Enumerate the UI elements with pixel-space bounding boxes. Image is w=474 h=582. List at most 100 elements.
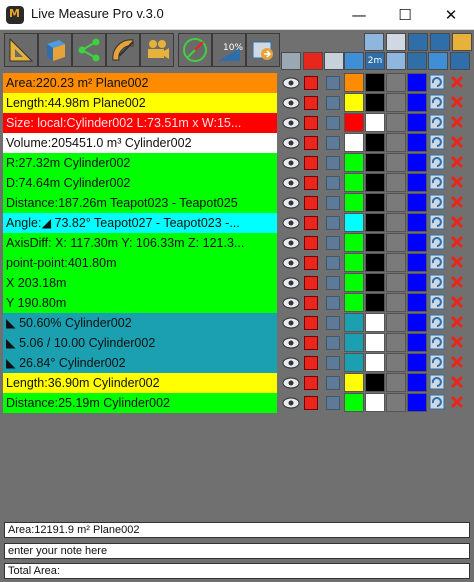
delete-button[interactable]: [449, 134, 465, 152]
refresh-button[interactable]: [429, 234, 445, 252]
grid-toggle[interactable]: [304, 256, 318, 270]
measurement-label[interactable]: ◣ 26.84° Cylinder002: [3, 353, 277, 373]
delete-button[interactable]: [449, 254, 465, 272]
pick-toggle[interactable]: [326, 96, 340, 110]
table-row[interactable]: Length:44.98m Plane002: [0, 93, 474, 113]
text-color-swatch[interactable]: [344, 353, 364, 372]
table-row[interactable]: Y 190.80m: [0, 293, 474, 313]
measurement-label[interactable]: ◣ 50.60% Cylinder002: [3, 313, 277, 333]
line-color-swatch[interactable]: [407, 353, 427, 372]
measurement-label[interactable]: Length:44.98m Plane002: [3, 93, 277, 113]
text-color-swatch[interactable]: [344, 313, 364, 332]
pick-toggle[interactable]: [326, 196, 340, 210]
refresh-button[interactable]: [429, 374, 445, 392]
line-color-swatch[interactable]: [407, 133, 427, 152]
text-color-swatch[interactable]: [344, 333, 364, 352]
table-row[interactable]: Angle:◢ 73.82° Teapot027 - Teapot023 -..…: [0, 213, 474, 233]
text-color-swatch[interactable]: [344, 393, 364, 412]
ruler-tool-button[interactable]: [4, 33, 38, 67]
table-row[interactable]: X 203.18m: [0, 273, 474, 293]
delete-button[interactable]: [449, 294, 465, 312]
line-color-swatch[interactable]: [407, 73, 427, 92]
background-color-swatch[interactable]: [365, 373, 385, 392]
line-style-cell[interactable]: [386, 273, 406, 292]
delete-button[interactable]: [449, 94, 465, 112]
line-style-cell[interactable]: [386, 353, 406, 372]
table-row[interactable]: AxisDiff: X: 117.30m Y: 106.33m Z: 121.3…: [0, 233, 474, 253]
line-style-cell[interactable]: [386, 213, 406, 232]
table-row[interactable]: Length:36.90m Cylinder002: [0, 373, 474, 393]
table-row[interactable]: Volume:205451.0 m³ Cylinder002: [0, 133, 474, 153]
table-row[interactable]: Area:220.23 m² Plane002: [0, 73, 474, 93]
background-color-swatch[interactable]: [365, 353, 385, 372]
measurement-label[interactable]: AxisDiff: X: 117.30m Y: 106.33m Z: 121.3…: [3, 233, 277, 253]
pick-toggle[interactable]: [326, 276, 340, 290]
grid-toggle[interactable]: [304, 116, 318, 130]
measurement-label[interactable]: Y 190.80m: [3, 293, 277, 313]
table-row[interactable]: point-point:401.80m: [0, 253, 474, 273]
grid-toggle[interactable]: [304, 336, 318, 350]
title-bar[interactable]: Live Measure Pro v.3.0 — ☐ ✕: [0, 0, 474, 30]
text-color-swatch[interactable]: [344, 193, 364, 212]
delete-button[interactable]: [449, 114, 465, 132]
measurement-label[interactable]: Size: local:Cylinder002 L:73.51m x W:15.…: [3, 113, 277, 133]
refresh-button[interactable]: [429, 174, 445, 192]
pick-toggle[interactable]: [326, 236, 340, 250]
line-style-cell[interactable]: [386, 93, 406, 112]
export-button[interactable]: [246, 33, 280, 67]
visibility-toggle[interactable]: [281, 234, 301, 252]
measurement-label[interactable]: Angle:◢ 73.82° Teapot027 - Teapot023 -..…: [3, 213, 277, 233]
table-row[interactable]: ◣ 26.84° Cylinder002: [0, 353, 474, 373]
measurement-label[interactable]: X 203.18m: [3, 273, 277, 293]
refresh-button[interactable]: [429, 74, 445, 92]
square-meter-header-icon[interactable]: 2m: [365, 52, 385, 70]
line-style-cell[interactable]: [386, 313, 406, 332]
pick-toggle[interactable]: [326, 136, 340, 150]
pick-toggle[interactable]: [326, 316, 340, 330]
measurement-label[interactable]: Area:220.23 m² Plane002: [3, 73, 277, 93]
delete-button[interactable]: [449, 354, 465, 372]
line-color-swatch[interactable]: [407, 153, 427, 172]
text-color-swatch[interactable]: [344, 113, 364, 132]
angle-gauge-button[interactable]: [178, 33, 212, 67]
line-style-cell[interactable]: [386, 393, 406, 412]
background-color-swatch[interactable]: [365, 293, 385, 312]
visibility-toggle[interactable]: [281, 314, 301, 332]
delete-button[interactable]: [449, 314, 465, 332]
text-color-swatch[interactable]: [344, 133, 364, 152]
text-color-swatch[interactable]: [344, 233, 364, 252]
grid-toggle[interactable]: [304, 376, 318, 390]
delete-button[interactable]: [449, 274, 465, 292]
pick-toggle[interactable]: [326, 356, 340, 370]
grid-toggle[interactable]: [304, 96, 318, 110]
cube-header-icon[interactable]: [344, 52, 364, 70]
refresh-button[interactable]: [429, 294, 445, 312]
line-color-swatch[interactable]: [407, 293, 427, 312]
pick-toggle[interactable]: [326, 296, 340, 310]
line-style-cell[interactable]: [386, 193, 406, 212]
table-row[interactable]: R:27.32m Cylinder002: [0, 153, 474, 173]
delete-button[interactable]: [449, 334, 465, 352]
line-color-swatch[interactable]: [407, 253, 427, 272]
pick-toggle[interactable]: [326, 396, 340, 410]
line-style-cell[interactable]: [386, 233, 406, 252]
background-color-swatch[interactable]: [365, 153, 385, 172]
line-style-cell[interactable]: [386, 153, 406, 172]
visibility-toggle[interactable]: [281, 254, 301, 272]
line-style-cell[interactable]: [386, 173, 406, 192]
measurement-label[interactable]: Length:36.90m Cylinder002: [3, 373, 277, 393]
background-color-swatch[interactable]: [365, 253, 385, 272]
share-nodes-button[interactable]: [72, 33, 106, 67]
slope-button[interactable]: 10%: [212, 33, 246, 67]
arrow-down-icon[interactable]: [408, 33, 428, 51]
refresh-all-header-icon[interactable]: [428, 52, 448, 70]
line-color-swatch[interactable]: [407, 313, 427, 332]
pick-toggle[interactable]: [326, 76, 340, 90]
minimize-button[interactable]: —: [336, 0, 382, 30]
grid-toggle[interactable]: [304, 176, 318, 190]
line-color-swatch[interactable]: [407, 213, 427, 232]
measurement-label[interactable]: R:27.32m Cylinder002: [3, 153, 277, 173]
visibility-toggle[interactable]: [281, 294, 301, 312]
delete-button[interactable]: [449, 214, 465, 232]
grid-toggle[interactable]: [304, 136, 318, 150]
